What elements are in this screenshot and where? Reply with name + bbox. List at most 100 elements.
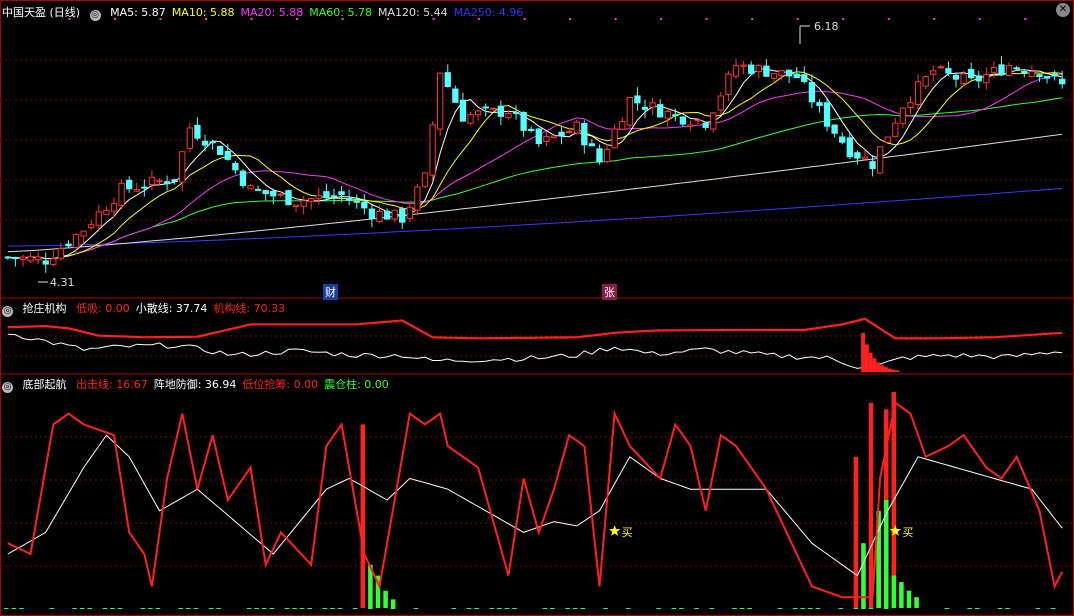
candle-body	[543, 136, 550, 142]
indicator-label: 机构线: 70.33	[213, 302, 286, 315]
candle-body	[990, 66, 998, 73]
shakeout-bar	[899, 582, 904, 608]
shakeout-dot	[352, 608, 358, 609]
candle-body	[474, 110, 482, 116]
candle-body	[88, 224, 95, 229]
shakeout-dot	[178, 608, 184, 609]
candle-body	[361, 201, 368, 209]
candle-body	[892, 122, 899, 137]
shakeout-dot	[49, 608, 55, 609]
panel2-title: 抢庄机构	[22, 302, 67, 315]
shakeout-dot	[679, 608, 684, 609]
candle-body	[785, 69, 793, 77]
shakeout-bar	[906, 590, 912, 608]
candle-body	[831, 124, 838, 134]
settings-icon[interactable]: ◎	[2, 306, 13, 317]
accumulation-bar	[853, 456, 859, 608]
shakeout-dot	[368, 608, 373, 609]
shakeout-dot	[603, 608, 608, 609]
low-buy-bar	[880, 365, 884, 372]
candle-body	[353, 200, 360, 203]
shakeout-bar	[914, 597, 919, 608]
candle-body	[588, 143, 596, 147]
shakeout-dot	[565, 608, 570, 609]
indicator-label: MA5: 5.87	[110, 6, 166, 19]
shakeout-dot	[572, 608, 578, 609]
candle-body	[247, 185, 254, 190]
indicator-label: 震仓柱: 0.00	[324, 378, 389, 391]
candle-body	[217, 145, 224, 155]
indicator-label: 出击线: 16.67	[76, 378, 148, 391]
candle-body	[72, 234, 80, 248]
candle-body	[801, 74, 808, 83]
candle-body	[672, 114, 679, 117]
shakeout-dot	[671, 608, 677, 609]
candle-body	[983, 74, 990, 84]
shakeout-dot	[497, 608, 502, 609]
institution-line	[7, 317, 1063, 340]
shakeout-dot	[808, 608, 813, 609]
candle-body	[922, 76, 929, 87]
shakeout-dot	[193, 608, 199, 609]
candle-body	[186, 127, 194, 149]
candle-body	[702, 122, 709, 128]
candle-body	[444, 72, 451, 88]
event-tag-finance[interactable]: 财	[323, 284, 338, 300]
candle-body	[383, 210, 391, 220]
low-buy-bar	[891, 369, 896, 372]
shakeout-dot	[337, 608, 343, 609]
candle-body	[1013, 67, 1020, 70]
shakeout-dot	[246, 608, 252, 609]
candle-body	[968, 68, 975, 79]
candle-body	[80, 230, 87, 237]
ma20-line	[7, 74, 1063, 259]
candle-body	[467, 114, 474, 124]
settings-icon[interactable]: ◎	[2, 382, 13, 393]
candle-body	[763, 65, 770, 77]
shakeout-dot	[815, 608, 821, 609]
indicator-label: MA20: 5.88	[240, 6, 304, 19]
candle-body	[528, 128, 535, 131]
candle-body	[399, 208, 406, 223]
shakeout-dot	[19, 608, 24, 609]
shakeout-dot	[284, 608, 290, 609]
event-tag-rise[interactable]: 张	[602, 284, 617, 300]
candle-body	[421, 172, 429, 187]
candle-body	[308, 198, 315, 202]
settings-icon[interactable]: ◎	[89, 10, 101, 21]
candle-body	[12, 256, 19, 260]
indicator-label: MA250: 4.96	[453, 6, 524, 19]
main-indicators: MA5: 5.87 MA10: 5.88 MA20: 5.88 MA60: 5.78 M…	[110, 6, 529, 19]
shakeout-dot	[322, 608, 328, 609]
low-buy-bar	[872, 358, 877, 372]
candle-body	[846, 137, 853, 158]
shakeout-dot	[11, 608, 17, 609]
candle-body	[126, 179, 133, 190]
candle-body	[550, 135, 558, 139]
shakeout-dot	[792, 608, 798, 609]
shakeout-dot	[102, 608, 108, 609]
candle-body	[740, 64, 747, 67]
candle-body	[338, 191, 345, 196]
candle-body	[914, 81, 922, 105]
shakeout-dot	[87, 608, 92, 609]
candle-body	[232, 162, 239, 171]
shakeout-dot	[747, 608, 752, 609]
shakeout-dot	[777, 608, 783, 609]
candle-body	[323, 191, 330, 199]
candle-body	[998, 64, 1005, 76]
candle-body	[171, 179, 178, 182]
candle-body	[414, 186, 421, 211]
candle-body	[34, 256, 42, 261]
signal-marker	[933, 18, 936, 20]
candle-body	[869, 161, 876, 170]
candle-body	[808, 82, 816, 103]
signal-marker	[978, 18, 981, 20]
candle-body	[345, 197, 353, 201]
shakeout-dot	[512, 608, 517, 609]
candle-body	[368, 208, 376, 219]
candle-body	[755, 65, 762, 73]
close-icon[interactable]: ✕	[1056, 3, 1070, 17]
shakeout-dot	[1035, 608, 1041, 609]
candle-body	[626, 97, 633, 126]
